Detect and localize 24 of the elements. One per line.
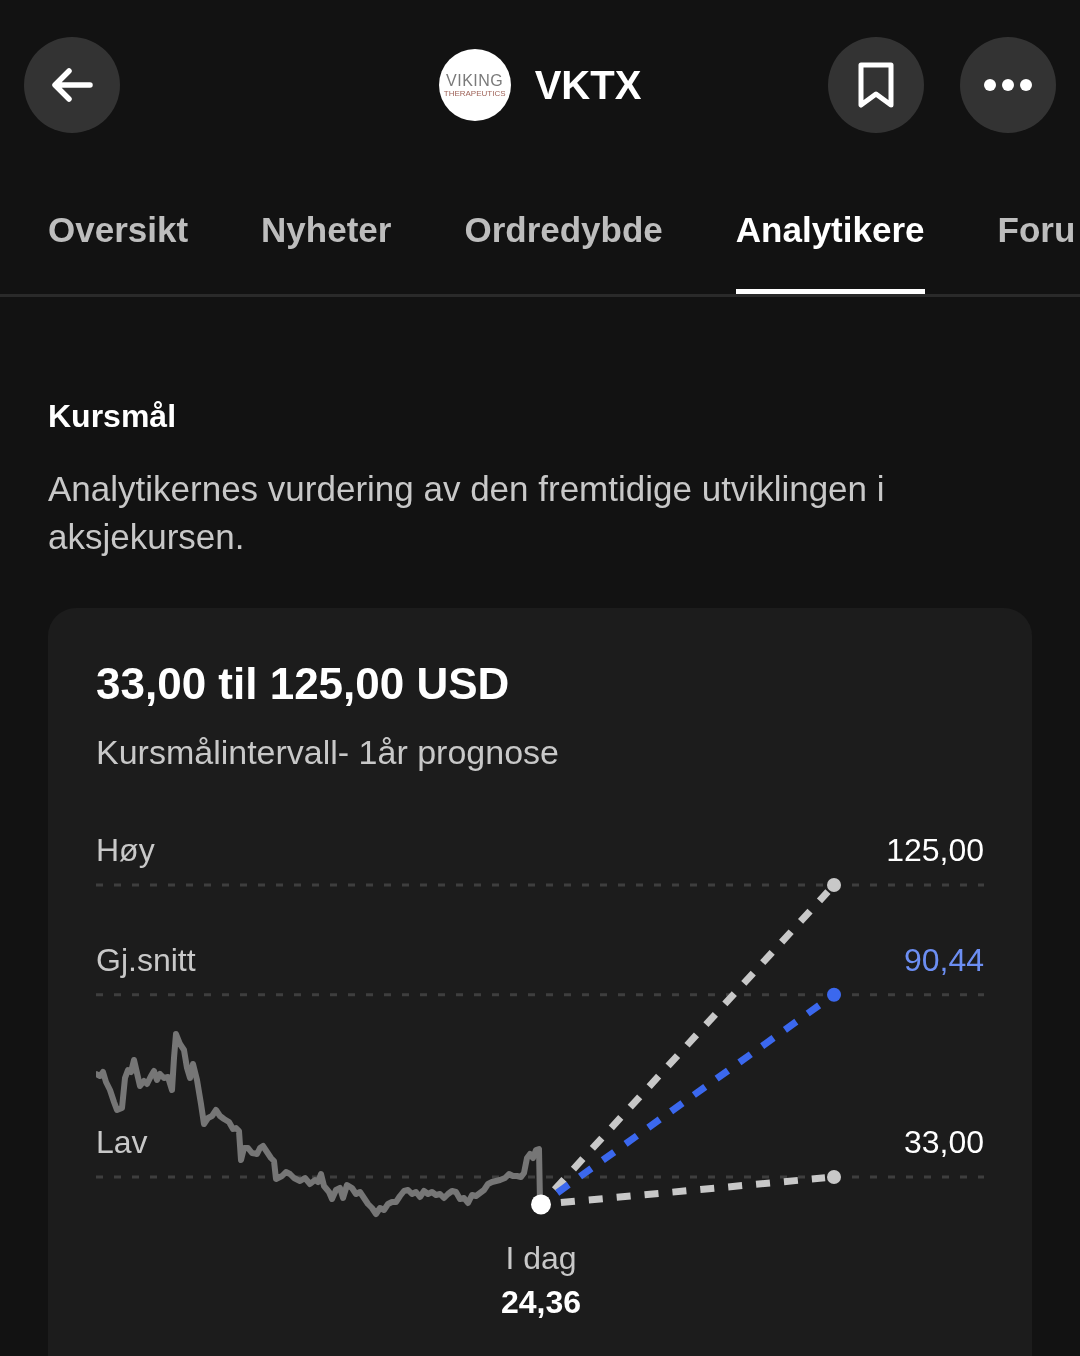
tab[interactable]: Ordredybde — [464, 170, 663, 294]
back-arrow-icon — [51, 68, 93, 102]
tab[interactable]: Oversikt — [48, 170, 189, 294]
today-price: 24,36 — [500, 1283, 582, 1323]
ticker-symbol: VKTX — [534, 62, 642, 109]
today-label: I dag — [505, 1239, 577, 1279]
logo-tagline: THERAPEUTICS — [443, 88, 506, 98]
more-icon — [984, 79, 1032, 91]
tab[interactable]: Analytikere — [735, 170, 925, 294]
card-subtitle: Kursmålintervall- 1år prognose — [96, 732, 560, 773]
tab[interactable]: Nyheter — [261, 170, 392, 294]
bookmark-icon — [858, 62, 894, 108]
logo-wordmark: VIKING — [446, 72, 504, 89]
target-value: 33,00 — [903, 1123, 984, 1162]
target-value: 90,44 — [903, 940, 984, 980]
target-label: Høy — [96, 831, 155, 870]
section-description: Analytikernes vurdering av den fremtidige utviklingen i aksjekursen. — [48, 468, 886, 558]
target-value: 125,00 — [886, 831, 984, 870]
price-target-range: 33,00 til 125,00 USD — [96, 658, 511, 710]
tab[interactable]: Foru — [997, 170, 1076, 294]
today-dot — [531, 1194, 551, 1215]
section-title: Kursmål — [48, 398, 178, 434]
target-label: Gj.snitt — [96, 940, 196, 980]
target-label: Lav — [96, 1123, 148, 1162]
